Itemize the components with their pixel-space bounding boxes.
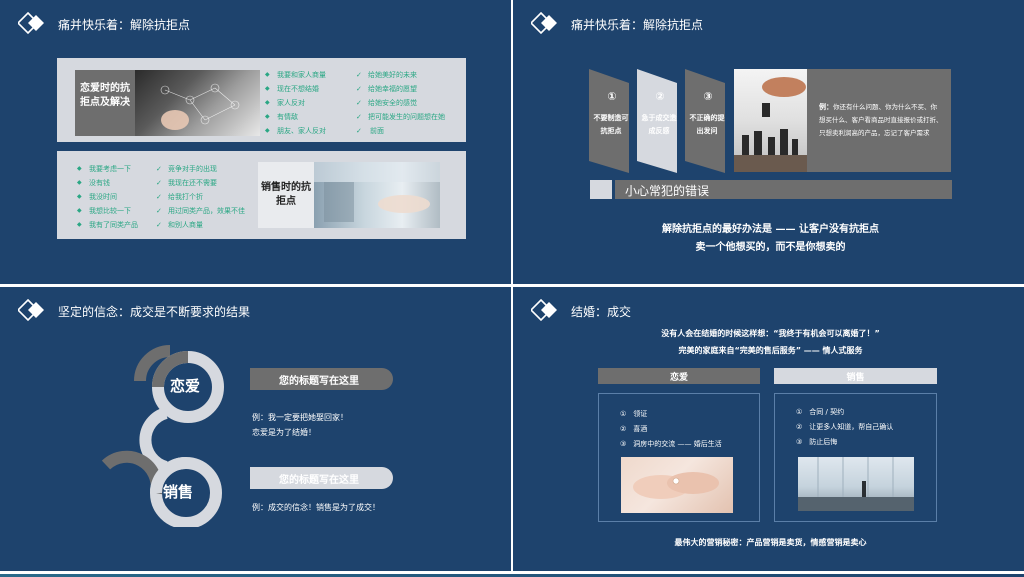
list-item: 给我打个折	[156, 190, 245, 204]
love-label: 恋爱时的抗拒点及解决	[80, 83, 130, 108]
example-label: 例：	[819, 103, 833, 111]
list-item: 给她美好的未来	[356, 68, 445, 82]
list-item: 我要和家人商量	[265, 68, 326, 82]
list-item: 给她幸福的愿望	[356, 82, 445, 96]
step-3-num: ③	[703, 90, 713, 103]
sales-list-b: 竞争对手的出现 我现在还不需要 给我打个折 用过同类产品，效果不佳 和别人商量	[156, 162, 245, 232]
slide-title: 结婚：成交	[571, 305, 632, 319]
slide-title: 痛并快乐着：解除抗拒点	[58, 18, 191, 32]
text-1a: 例：我一定要把她娶回家！	[252, 413, 348, 422]
slide-title: 坚定的信念：成交是不断要求的结果	[58, 305, 251, 319]
tagline-1: 解除抗拒点的最好办法是 —— 让客户没有抗拒点	[662, 224, 879, 235]
list-item: 前面	[356, 124, 445, 138]
col2-item: ① 合同 / 契约	[796, 408, 845, 416]
diamond-logo-icon	[531, 12, 557, 34]
col1-item: ③ 洞房中的交流 —— 婚后生活	[620, 440, 722, 448]
step-1-text: 不要制造可抗拒点	[593, 114, 629, 135]
slide-3[interactable]: 坚定的信念：成交是不断要求的结果 恋爱 销售 您的标题写在这里 例：我一定要把她…	[0, 287, 511, 571]
list-item: 我没时间	[77, 190, 138, 204]
list-item: 现在不想结婚	[265, 82, 326, 96]
footer-text: 最伟大的营销秘密：产品营销是卖货，情感营销是卖心	[674, 538, 867, 547]
step-3-text: 不正确的提出发问	[689, 114, 725, 135]
step-2-text: 急于成交造成反感	[641, 114, 677, 135]
list-item: 和别人商量	[156, 218, 245, 232]
col2-item: ② 让更多人知道，帮自己确认	[796, 423, 894, 431]
quote-2: 完美的家庭来自“完美的售后服务” —— 情人式服务	[678, 346, 863, 355]
slide-title: 痛并快乐着：解除抗拒点	[571, 18, 704, 32]
banner-1-text: 您的标题写在这里	[279, 376, 359, 387]
col2-header: 销售	[846, 373, 865, 383]
text-2: 例：成交的信念！销售是为了成交！	[252, 503, 380, 512]
chess-photo	[734, 69, 807, 172]
col1-item: ① 领证	[620, 410, 648, 418]
list-item: 家人反对	[265, 96, 326, 110]
col1-item: ② 喜酒	[620, 425, 648, 433]
list-item: 我现在还不需要	[156, 176, 245, 190]
step-1-num: ①	[607, 90, 617, 103]
example-text-block: 例：你还有什么问题、你为什么不买、你想买什么、客户看商品时直接报价或打折、只想卖…	[819, 101, 943, 140]
text-1b: 恋爱是为了结婚！	[252, 428, 316, 437]
diamond-logo-icon	[531, 299, 557, 321]
love-photo	[135, 70, 260, 136]
slide-2[interactable]: 痛并快乐着：解除抗拒点 ① 不要制造可抗拒点 ② 急于成交造成反感 ③ 不正确的…	[513, 0, 1024, 284]
list-item: 我想比较一下	[77, 204, 138, 218]
slide-1[interactable]: 痛并快乐着：解除抗拒点 恋爱时的抗拒点及解决 我要和家人商量 现在不想结婚 家人…	[0, 0, 511, 284]
list-item: 没有钱	[77, 176, 138, 190]
hands-photo	[621, 457, 733, 513]
list-item: 我要考虑一下	[77, 162, 138, 176]
slide-4[interactable]: 结婚：成交 没有人会在结婚的时候这样想：“我终于有机会可以离婚了！” 完美的家庭…	[513, 287, 1024, 571]
diamond-logo-icon	[18, 299, 44, 321]
col1-header: 恋爱	[669, 373, 688, 383]
airport-photo	[798, 457, 914, 511]
list-item: 有情敌	[265, 110, 326, 124]
list-item: 我有了同类产品	[77, 218, 138, 232]
col2-item: ③ 防止后悔	[796, 438, 838, 446]
step-2-num: ②	[655, 90, 665, 103]
sales-list-a: 我要考虑一下 没有钱 我没时间 我想比较一下 我有了同类产品	[77, 162, 138, 232]
sales-photo	[314, 162, 440, 228]
list-item: 给她安全的感觉	[356, 96, 445, 110]
tagline-2: 卖一个他想买的，而不是你想卖的	[695, 242, 846, 253]
sales-word: 销售	[163, 483, 194, 501]
list-item: 用过同类产品，效果不佳	[156, 204, 245, 218]
list-item: 竞争对手的出现	[156, 162, 245, 176]
banner-2-text: 您的标题写在这里	[279, 475, 359, 486]
love-word: 恋爱	[170, 377, 201, 395]
quote-1: 没有人会在结婚的时候这样想：“我终于有机会可以离婚了！”	[661, 329, 880, 338]
mistakes-label: 小心常犯的错误	[625, 184, 710, 198]
love-list-b: 给她美好的未来 给她幸福的愿望 给她安全的感觉 把可能发生的问题想在她 前面	[356, 68, 445, 138]
mistakes-square	[590, 180, 612, 199]
example-text: 你还有什么问题、你为什么不买、你想买什么、客户看商品时直接报价或打折、只想卖利润…	[819, 103, 943, 137]
list-item: 把可能发生的问题想在她	[356, 110, 445, 124]
sales-label: 销售时的抗拒点	[261, 182, 311, 207]
love-list-a: 我要和家人商量 现在不想结婚 家人反对 有情敌 朋友、家人反对	[265, 68, 326, 138]
list-item: 朋友、家人反对	[265, 124, 326, 138]
diamond-logo-icon	[18, 12, 44, 34]
